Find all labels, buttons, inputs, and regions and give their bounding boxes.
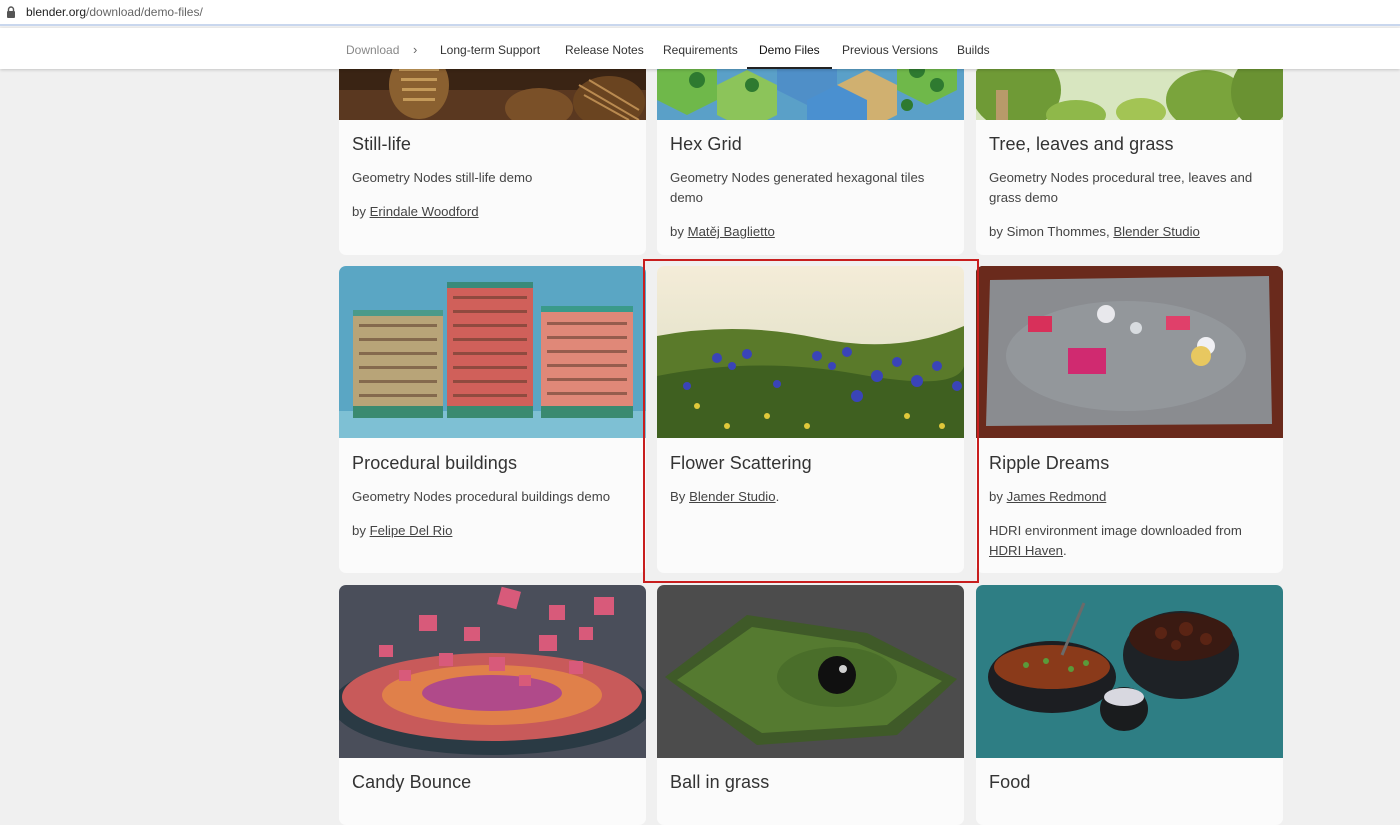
ball-grass-thumbnail[interactable] — [657, 585, 964, 758]
note-suffix: . — [1063, 543, 1067, 558]
demo-card-procedural-buildings[interactable]: Procedural buildings Geometry Nodes proc… — [339, 266, 646, 573]
hdri-haven-link[interactable]: HDRI Haven — [989, 543, 1063, 558]
nav-builds[interactable]: Builds — [957, 28, 990, 69]
url-text[interactable]: blender.org/download/demo-files/ — [26, 5, 203, 19]
author-link[interactable]: Erindale Woodford — [370, 204, 479, 219]
nav-requirements[interactable]: Requirements — [663, 28, 738, 69]
nav-demo-files[interactable]: Demo Files — [747, 28, 832, 69]
demo-nav-bar: Download › Long-term Support Release Not… — [0, 28, 1400, 69]
author-link[interactable]: Felipe Del Rio — [370, 523, 453, 538]
byline-prefix: by — [670, 224, 688, 239]
byline-prefix: By — [670, 489, 690, 504]
card-description: Geometry Nodes generated hexagonal tiles… — [670, 170, 925, 205]
demo-card-ripple-dreams[interactable]: Ripple Dreams by James Redmond HDRI envi… — [976, 266, 1283, 573]
card-byline: By Blender Studio. — [670, 487, 950, 507]
card-description: Geometry Nodes procedural buildings demo — [352, 489, 611, 504]
nav-release-notes[interactable]: Release Notes — [565, 28, 644, 69]
author-link[interactable]: Blender Studio — [1113, 224, 1200, 239]
nav-previous-versions[interactable]: Previous Versions — [842, 28, 938, 69]
card-byline: by Felipe Del Rio — [352, 521, 632, 541]
card-byline: by Erindale Woodford — [352, 202, 632, 222]
chevron-right-icon: › — [413, 42, 418, 57]
nav-download[interactable]: Download — [346, 28, 399, 69]
card-description: Geometry Nodes procedural tree, leaves a… — [989, 170, 1253, 205]
demo-card-food[interactable]: Food — [976, 585, 1283, 825]
lock-icon — [6, 5, 18, 19]
byline-prefix: by — [352, 204, 370, 219]
byline-suffix: . — [775, 489, 780, 504]
note-text: HDRI environment image downloaded from — [989, 523, 1242, 538]
demo-card-flower-scattering[interactable]: Flower Scattering By Blender Studio. — [657, 266, 964, 573]
card-title[interactable]: Procedural buildings — [352, 453, 517, 474]
author-link[interactable]: Matěj Baglietto — [688, 224, 775, 239]
card-title[interactable]: Tree, leaves and grass — [989, 134, 1174, 155]
card-byline: by James Redmond — [989, 487, 1269, 507]
card-description: Geometry Nodes still-life demo — [352, 170, 533, 185]
demo-card-ball-in-grass[interactable]: Ball in grass — [657, 585, 964, 825]
flower-thumbnail[interactable] — [657, 266, 964, 438]
byline-prefix: by Simon Thommes, — [989, 224, 1114, 239]
url-host: blender.org — [26, 5, 87, 19]
card-title[interactable]: Still-life — [352, 134, 411, 155]
address-bar[interactable]: blender.org/download/demo-files/ — [0, 0, 1400, 26]
food-thumbnail[interactable] — [976, 585, 1283, 758]
author-link[interactable]: Blender Studio — [689, 489, 776, 504]
card-note: HDRI environment image downloaded from H… — [989, 521, 1269, 561]
buildings-thumbnail[interactable] — [339, 266, 646, 438]
card-title[interactable]: Candy Bounce — [352, 772, 471, 793]
card-title[interactable]: Flower Scattering — [670, 453, 812, 474]
card-title[interactable]: Hex Grid — [670, 134, 742, 155]
candy-thumbnail[interactable] — [339, 585, 646, 758]
nav-long-term-support[interactable]: Long-term Support — [440, 28, 540, 69]
card-title[interactable]: Ball in grass — [670, 772, 769, 793]
byline-prefix: by — [989, 489, 1007, 504]
author-link[interactable]: James Redmond — [1007, 489, 1107, 504]
demo-card-candy-bounce[interactable]: Candy Bounce — [339, 585, 646, 825]
card-title[interactable]: Food — [989, 772, 1030, 793]
url-path: /download/demo-files/ — [86, 5, 203, 19]
card-byline: by Simon Thommes, Blender Studio — [989, 222, 1269, 242]
ripple-thumbnail[interactable] — [976, 266, 1283, 438]
card-title[interactable]: Ripple Dreams — [989, 453, 1109, 474]
byline-prefix: by — [352, 523, 370, 538]
card-byline: by Matěj Baglietto — [670, 222, 950, 242]
